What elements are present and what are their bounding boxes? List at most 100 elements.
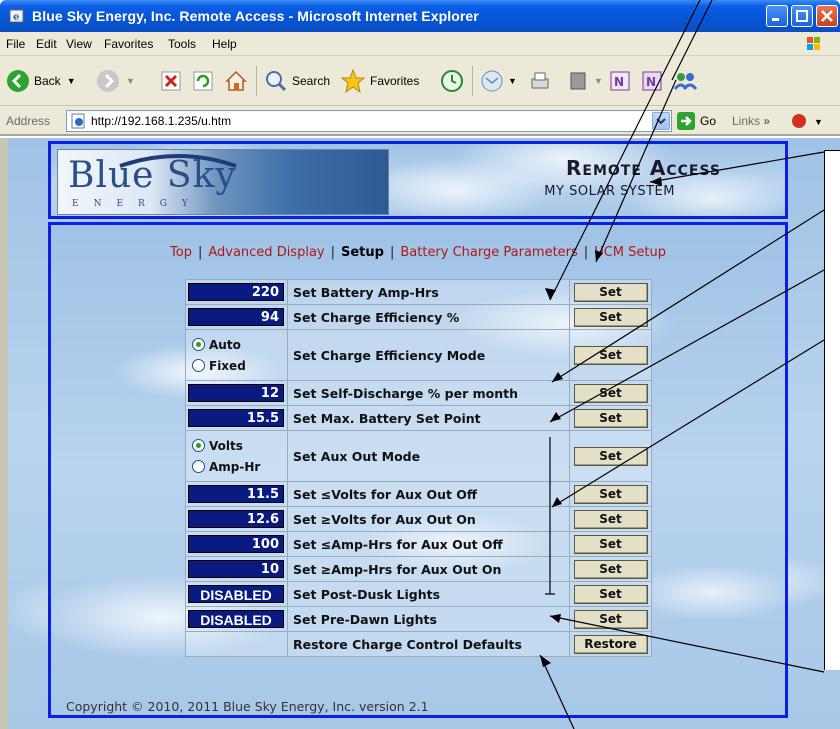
history-icon: [441, 70, 463, 92]
radio-fixed[interactable]: Fixed: [192, 355, 281, 376]
edit-page-icon: [570, 72, 586, 90]
settings-table: 220 Set Battery Amp-Hrs Set 94 Set Charg…: [185, 279, 652, 657]
annotation-margin: [824, 150, 840, 670]
set-max-battery-button[interactable]: Set: [573, 408, 648, 428]
go-arrow-icon: [677, 112, 695, 130]
nav-advanced-display[interactable]: Advanced Display: [208, 245, 324, 260]
table-row: Volts Amp-Hr Set Aux Out Mode Set: [185, 430, 652, 482]
ie-icon: e: [9, 9, 24, 23]
table-row: DISABLED Set Pre-Dawn Lights Set: [185, 606, 652, 632]
messenger-button-n2[interactable]: N: [640, 66, 664, 96]
amphrs-aux-off-input[interactable]: 100: [188, 535, 284, 553]
volts-aux-on-input[interactable]: 12.6: [188, 510, 284, 528]
table-row: 12 Set Self-Discharge % per month Set: [185, 380, 652, 406]
links-button[interactable]: Links »: [732, 114, 770, 128]
home-button[interactable]: [224, 66, 248, 96]
search-button[interactable]: Search: [264, 66, 330, 96]
printer-icon: [531, 72, 549, 89]
nav-setup: Setup: [341, 245, 384, 260]
set-post-dusk-button[interactable]: Set: [573, 584, 648, 604]
address-input[interactable]: http://192.168.1.235/u.htm: [66, 110, 672, 132]
print-button[interactable]: [528, 66, 552, 96]
set-amphrs-aux-on-button[interactable]: Set: [573, 559, 648, 579]
refresh-icon: [193, 71, 213, 91]
close-icon: [821, 10, 833, 22]
maximize-button[interactable]: [791, 5, 813, 27]
refresh-button[interactable]: [192, 66, 214, 96]
set-charge-efficiency-button[interactable]: Set: [573, 307, 648, 327]
radio-volts[interactable]: Volts: [192, 435, 281, 456]
post-dusk-lights-input[interactable]: DISABLED: [188, 585, 284, 603]
row-label: Set Self-Discharge % per month: [287, 380, 570, 406]
row-label: Restore Charge Control Defaults: [287, 631, 570, 657]
radio-selected-icon: [192, 338, 205, 351]
amphrs-aux-on-input[interactable]: 10: [188, 560, 284, 578]
windows-flag-icon: [807, 37, 820, 50]
toolbar-extension-icon[interactable]: ▼: [790, 112, 826, 130]
chevron-down-icon: [656, 118, 666, 125]
history-button[interactable]: [440, 66, 464, 96]
pre-dawn-lights-input[interactable]: DISABLED: [188, 610, 284, 628]
page-title: Remote Access: [565, 156, 721, 180]
radio-selected-icon: [192, 439, 205, 452]
go-button[interactable]: Go: [676, 111, 716, 131]
set-volts-aux-on-button[interactable]: Set: [573, 509, 648, 529]
radio-auto[interactable]: Auto: [192, 334, 281, 355]
back-button[interactable]: Back ▼: [6, 66, 76, 96]
svg-text:N: N: [614, 75, 624, 89]
messenger-button-n1[interactable]: N: [608, 66, 632, 96]
table-row: 220 Set Battery Amp-Hrs Set: [185, 279, 652, 305]
nav-top[interactable]: Top: [170, 245, 192, 260]
nav-links: Top | Advanced Display | Setup | Battery Charg…: [170, 245, 666, 260]
charge-efficiency-input[interactable]: 94: [188, 308, 284, 326]
search-icon: [266, 71, 287, 92]
minimize-button[interactable]: [766, 5, 788, 27]
menu-view[interactable]: View: [66, 37, 92, 51]
forward-button[interactable]: ▼: [96, 66, 135, 96]
standard-toolbar: Back ▼ ▼ Search Favorites ▼ ▼ N N: [0, 56, 840, 106]
window-title: Blue Sky Energy, Inc. Remote Access - Mi…: [32, 8, 479, 24]
max-battery-set-point-input[interactable]: 15.5: [188, 409, 284, 427]
menu-bar: File Edit View Favorites Tools Help: [0, 32, 840, 56]
address-label: Address: [6, 114, 51, 128]
page-icon: [71, 113, 85, 129]
set-aux-out-mode-button[interactable]: Set: [573, 446, 648, 466]
radio-amp-hr[interactable]: Amp-Hr: [192, 456, 281, 477]
row-label: Set Aux Out Mode: [287, 430, 570, 482]
set-self-discharge-button[interactable]: Set: [573, 383, 648, 403]
svg-text:▼: ▼: [814, 117, 823, 127]
set-charge-efficiency-mode-button[interactable]: Set: [573, 345, 648, 365]
stop-button[interactable]: [160, 66, 182, 96]
set-volts-aux-off-button[interactable]: Set: [573, 484, 648, 504]
battery-amp-hrs-input[interactable]: 220: [188, 283, 284, 301]
messenger-icon: [673, 73, 698, 90]
row-label: Set ≤Volts for Aux Out Off: [287, 481, 570, 507]
set-battery-amp-hrs-button[interactable]: Set: [573, 282, 648, 302]
menu-edit[interactable]: Edit: [36, 37, 57, 51]
set-pre-dawn-button[interactable]: Set: [573, 609, 648, 629]
edit-button[interactable]: ▼: [568, 66, 603, 96]
table-row: 15.5 Set Max. Battery Set Point Set: [185, 405, 652, 431]
nav-battery-charge-parameters[interactable]: Battery Charge Parameters: [400, 245, 577, 260]
nav-ucm-setup[interactable]: UCM Setup: [594, 245, 666, 260]
menu-file[interactable]: File: [6, 37, 25, 51]
mail-button[interactable]: ▼: [480, 66, 517, 96]
messenger-button[interactable]: [672, 66, 700, 96]
blue-sky-logo: Blue Sky ENERGY: [57, 149, 389, 215]
address-dropdown-button[interactable]: [652, 112, 670, 130]
self-discharge-input[interactable]: 12: [188, 384, 284, 402]
close-button[interactable]: [816, 5, 838, 27]
radio-unselected-icon: [192, 359, 205, 372]
favorites-button[interactable]: Favorites: [340, 66, 419, 96]
stop-icon: [161, 71, 181, 91]
svg-text:e: e: [13, 12, 19, 23]
row-label: Set Battery Amp-Hrs: [287, 279, 570, 305]
menu-favorites[interactable]: Favorites: [104, 37, 153, 51]
mail-icon: [481, 70, 503, 92]
menu-help[interactable]: Help: [212, 37, 237, 51]
menu-tools[interactable]: Tools: [168, 37, 196, 51]
aux-out-mode-radios: Volts Amp-Hr: [188, 433, 285, 479]
set-amphrs-aux-off-button[interactable]: Set: [573, 534, 648, 554]
restore-defaults-button[interactable]: Restore: [573, 634, 648, 654]
volts-aux-off-input[interactable]: 11.5: [188, 485, 284, 503]
